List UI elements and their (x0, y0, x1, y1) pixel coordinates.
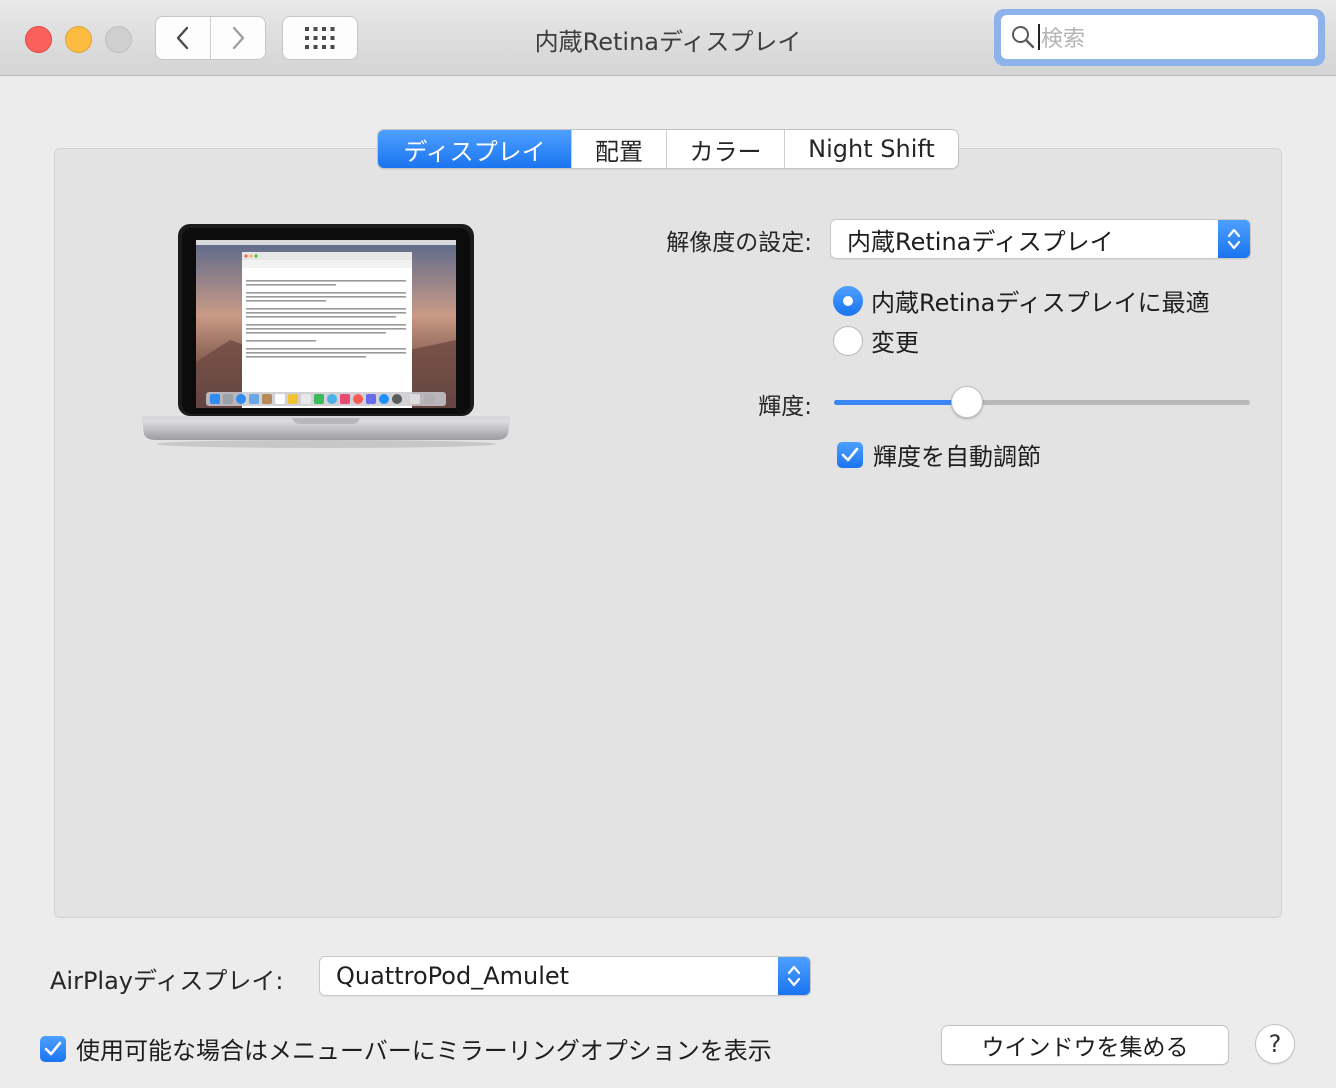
checkmark-icon (44, 1041, 62, 1055)
radio-label: 変更 (871, 329, 919, 357)
chevron-left-icon (176, 26, 189, 50)
tab-display[interactable]: ディスプレイ (378, 130, 571, 168)
auto-brightness-checkbox[interactable] (837, 441, 863, 468)
title-bar: 内蔵Retinaディスプレイ 検索 (0, 0, 1336, 76)
resolution-label: 解像度の設定: (666, 230, 812, 256)
brightness-label: 輝度: (758, 394, 812, 420)
auto-brightness-option[interactable]: 輝度を自動調節 (837, 437, 1041, 472)
window-title: 内蔵Retinaディスプレイ (534, 28, 802, 56)
macbook-illustration (142, 224, 510, 448)
minimize-window-button[interactable] (65, 26, 92, 53)
back-button[interactable] (156, 17, 210, 59)
mirroring-option[interactable]: 使用可能な場合はメニューバーにミラーリングオプションを表示 (40, 1031, 772, 1066)
tab-night-shift[interactable]: Night Shift (784, 130, 958, 168)
resolution-popup-value: 内蔵Retinaディスプレイ (847, 227, 1114, 256)
airplay-label: AirPlayディスプレイ: (50, 967, 284, 995)
zoom-window-button[interactable] (105, 26, 132, 53)
brightness-slider-fill (834, 400, 968, 405)
tab-bar: ディスプレイ 配置 カラー Night Shift (377, 129, 959, 169)
brightness-slider-knob[interactable] (951, 386, 984, 418)
help-button[interactable]: ? (1255, 1024, 1295, 1064)
search-icon (1012, 26, 1035, 49)
close-window-button[interactable] (25, 26, 52, 53)
radio-button-selected[interactable] (833, 285, 863, 316)
brightness-slider[interactable] (834, 386, 1250, 418)
airplay-popup-value: QuattroPod_Amulet (336, 962, 570, 990)
text-caret (1038, 24, 1040, 50)
mirroring-checkbox[interactable] (40, 1035, 66, 1062)
auto-brightness-label: 輝度を自動調節 (873, 443, 1041, 471)
search-input[interactable]: 検索 (1001, 15, 1318, 59)
popup-arrows-icon (1218, 220, 1250, 258)
airplay-popup[interactable]: QuattroPod_Amulet (319, 956, 811, 996)
checkmark-icon (841, 447, 859, 461)
radio-scaled[interactable]: 変更 (833, 323, 919, 358)
radio-label: 内蔵Retinaディスプレイに最適 (871, 289, 1210, 317)
show-all-button[interactable] (282, 16, 358, 60)
grid-icon (305, 27, 335, 49)
gather-windows-button[interactable]: ウインドウを集める (941, 1025, 1229, 1065)
navigation-buttons (155, 16, 266, 60)
tab-color[interactable]: カラー (666, 130, 784, 168)
resolution-popup[interactable]: 内蔵Retinaディスプレイ (830, 219, 1251, 259)
popup-arrows-icon (778, 957, 810, 995)
radio-best-for-display[interactable]: 内蔵Retinaディスプレイに最適 (833, 283, 1210, 318)
search-placeholder: 検索 (1041, 27, 1086, 52)
mirroring-option-label: 使用可能な場合はメニューバーにミラーリングオプションを表示 (76, 1037, 772, 1065)
radio-button-unselected[interactable] (833, 325, 863, 356)
chevron-right-icon (232, 26, 245, 50)
tab-arrangement[interactable]: 配置 (571, 130, 666, 168)
forward-button[interactable] (211, 17, 265, 59)
